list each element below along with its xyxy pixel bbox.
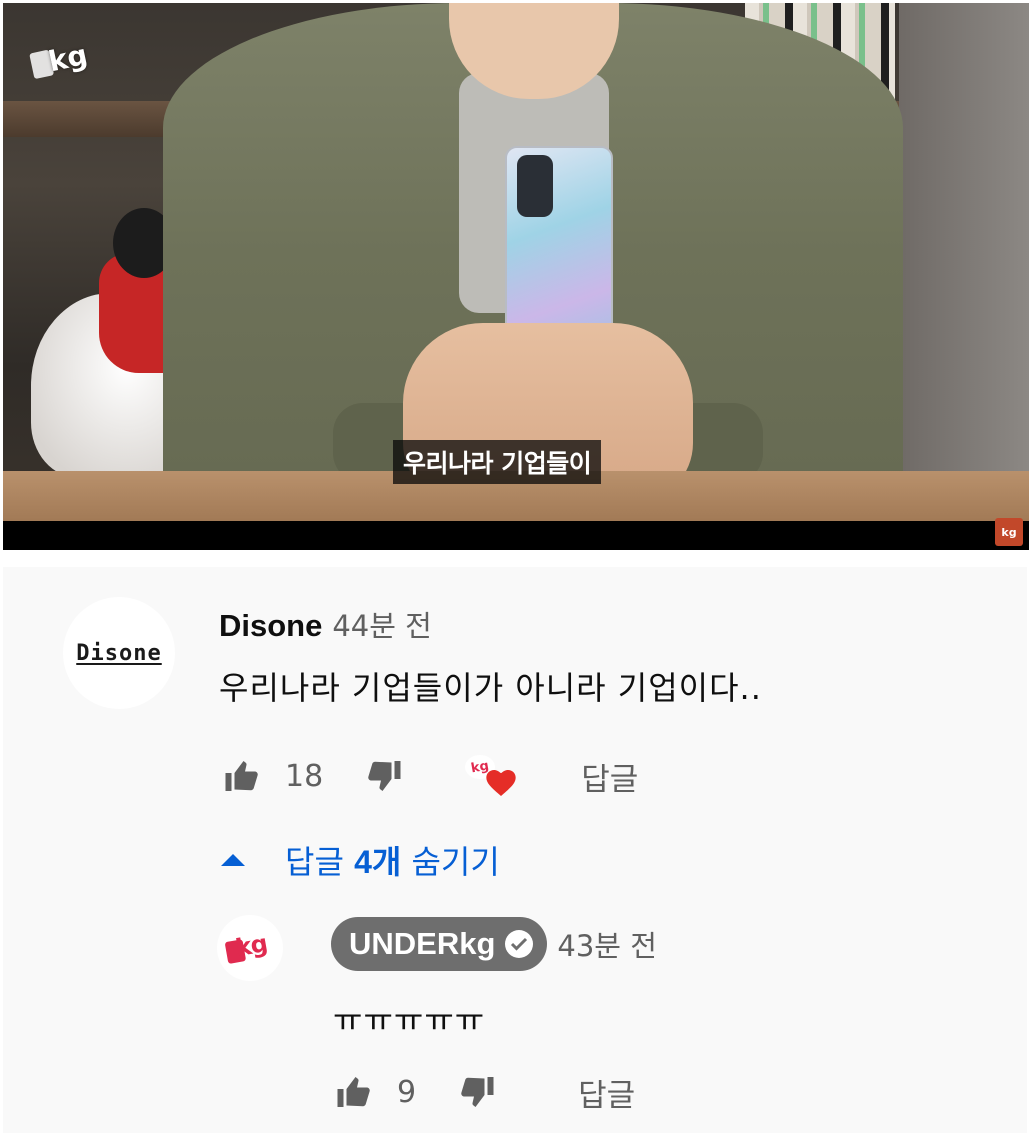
reply-avatar-text: kg	[233, 929, 269, 963]
phone-camera-module	[517, 155, 553, 217]
background-wall	[899, 3, 1029, 521]
channel-owner-badge[interactable]: UNDERkg	[331, 917, 548, 971]
creator-heart: kg	[459, 751, 523, 801]
check-circle-icon	[505, 930, 534, 958]
reply-count: 4개	[354, 844, 402, 880]
like-count: 18	[285, 758, 324, 794]
video-subtitle: 우리나라 기업들이	[393, 440, 602, 484]
comment-timestamp[interactable]: 44분 전	[332, 603, 431, 645]
channel-watermark[interactable]: kg	[995, 518, 1023, 546]
like-count: 9	[397, 1074, 417, 1110]
thumbs-down-icon	[461, 1077, 494, 1107]
caret-up-icon	[221, 854, 245, 866]
reply-timestamp[interactable]: 43분 전	[557, 923, 656, 965]
channel-logo-avatar: kg	[223, 926, 277, 970]
reply-author: UNDERkg	[349, 926, 496, 961]
avatar-brand-text: Disone	[76, 640, 162, 666]
reply-button[interactable]: 답글	[581, 754, 638, 799]
hide-replies-toggle[interactable]: 답글 4개 숨기기	[219, 835, 500, 885]
heart-icon	[486, 770, 516, 796]
comment-text: 우리나라 기업들이가 아니라 기업이다..	[219, 669, 762, 707]
thumbs-up-icon	[225, 761, 258, 791]
hide-replies-prefix: 답글	[285, 843, 355, 881]
dislike-button[interactable]	[361, 753, 407, 799]
comment-thread: Disone Disone 44분 전 우리나라 기업들이가 아니라 기업이다.…	[3, 567, 1027, 1133]
comment-actions: 18 kg 답글	[219, 751, 638, 801]
comment-header: Disone 44분 전	[219, 603, 432, 645]
reply-text: ㅠㅠㅠㅠㅠ	[333, 1001, 486, 1039]
video-frame: kg 우리나라 기업들이	[3, 3, 1029, 521]
like-button[interactable]	[219, 753, 265, 799]
reply-button[interactable]: 답글	[578, 1070, 635, 1115]
reply-avatar[interactable]: kg	[217, 915, 283, 981]
reply-actions: 9 답글	[331, 1067, 635, 1117]
video-bottom-bar	[3, 521, 1029, 550]
channel-logo-overlay: kg	[24, 27, 99, 92]
thumbs-up-icon	[337, 1077, 370, 1107]
dislike-button[interactable]	[454, 1069, 500, 1115]
avatar[interactable]: Disone	[63, 597, 175, 709]
hide-replies-label: 답글 4개 숨기기	[285, 837, 500, 883]
thumbs-down-icon	[368, 761, 401, 791]
like-button[interactable]	[331, 1069, 377, 1115]
channel-logo-text: kg	[45, 37, 91, 78]
reply-header: UNDERkg 43분 전	[331, 917, 657, 971]
video-player[interactable]: kg 우리나라 기업들이 kg	[3, 3, 1029, 550]
comment-author[interactable]: Disone	[219, 608, 322, 644]
hide-replies-suffix: 숨기기	[401, 843, 500, 881]
